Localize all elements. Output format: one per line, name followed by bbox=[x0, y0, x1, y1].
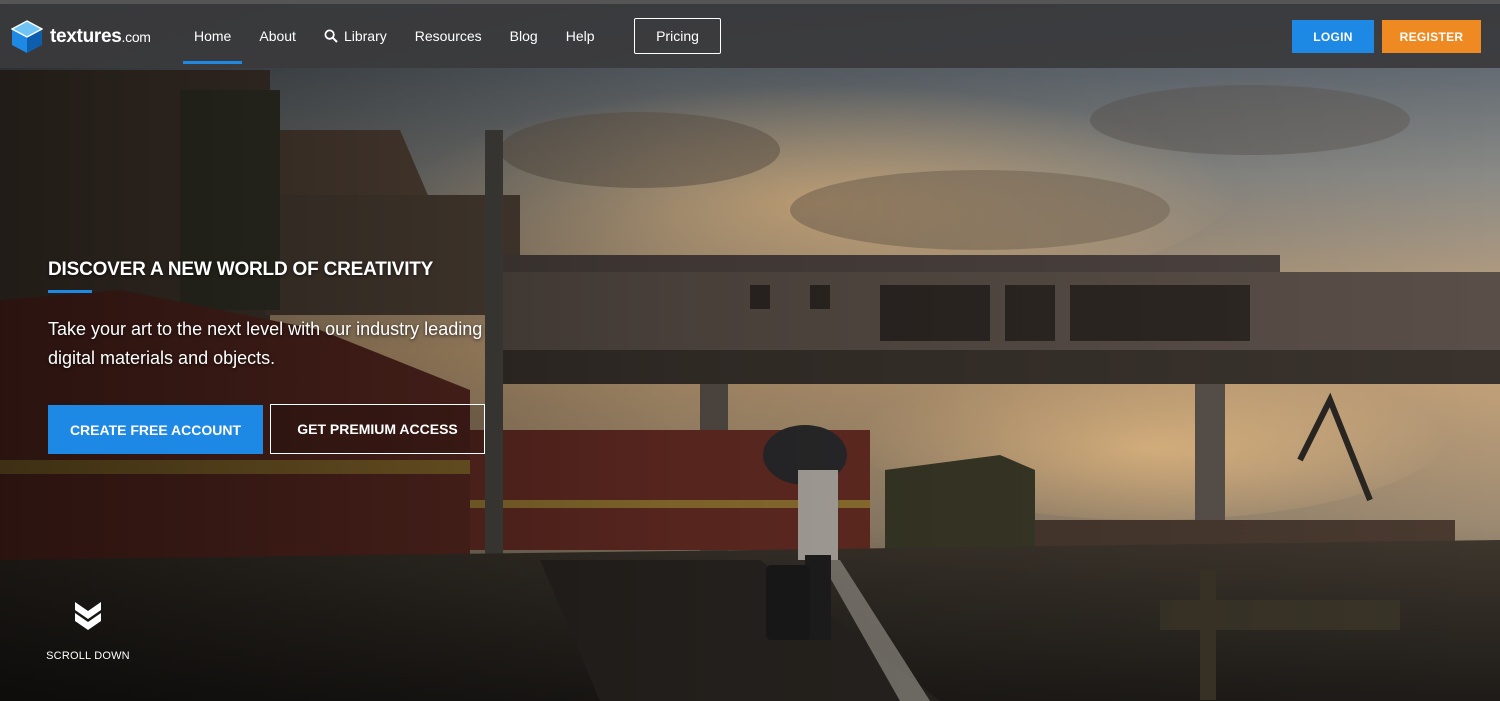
logo-text: textures.com bbox=[50, 26, 151, 47]
search-icon bbox=[324, 29, 338, 43]
create-free-account-button[interactable]: CREATE FREE ACCOUNT bbox=[48, 405, 263, 454]
site-logo[interactable]: textures.com bbox=[11, 19, 151, 55]
nav-about-label: About bbox=[259, 28, 296, 44]
headline-underline bbox=[48, 290, 92, 293]
nav-blog-label: Blog bbox=[509, 28, 538, 44]
nav-help-label: Help bbox=[565, 28, 595, 44]
login-button[interactable]: LOGIN bbox=[1292, 20, 1374, 53]
nav-home-label: Home bbox=[194, 28, 232, 44]
main-nav: Home About Library Resources Blog Help bbox=[182, 4, 611, 68]
cube-logo-icon bbox=[11, 20, 43, 53]
nav-resources-label: Resources bbox=[414, 28, 482, 44]
nav-library[interactable]: Library bbox=[312, 4, 399, 68]
hero-subtext: Take your art to the next level with our… bbox=[48, 319, 483, 368]
nav-resources[interactable]: Resources bbox=[403, 4, 494, 68]
chevron-double-down-icon bbox=[75, 602, 101, 630]
nav-home[interactable]: Home bbox=[182, 4, 243, 68]
scroll-down-button[interactable]: SCROLL DOWN bbox=[40, 600, 136, 662]
register-button[interactable]: REGISTER bbox=[1382, 20, 1481, 53]
pricing-button[interactable]: Pricing bbox=[634, 18, 721, 54]
nav-library-label: Library bbox=[343, 28, 387, 44]
nav-blog[interactable]: Blog bbox=[498, 4, 550, 68]
hero-headline: DISCOVER A NEW WORLD OF CREATIVITY bbox=[48, 259, 434, 280]
scroll-down-label: SCROLL DOWN bbox=[46, 650, 130, 662]
get-premium-access-button[interactable]: GET PREMIUM ACCESS bbox=[270, 404, 485, 454]
nav-help[interactable]: Help bbox=[554, 4, 607, 68]
nav-about[interactable]: About bbox=[247, 4, 308, 68]
navbar: textures.com Home About Library Resource… bbox=[0, 4, 1500, 68]
